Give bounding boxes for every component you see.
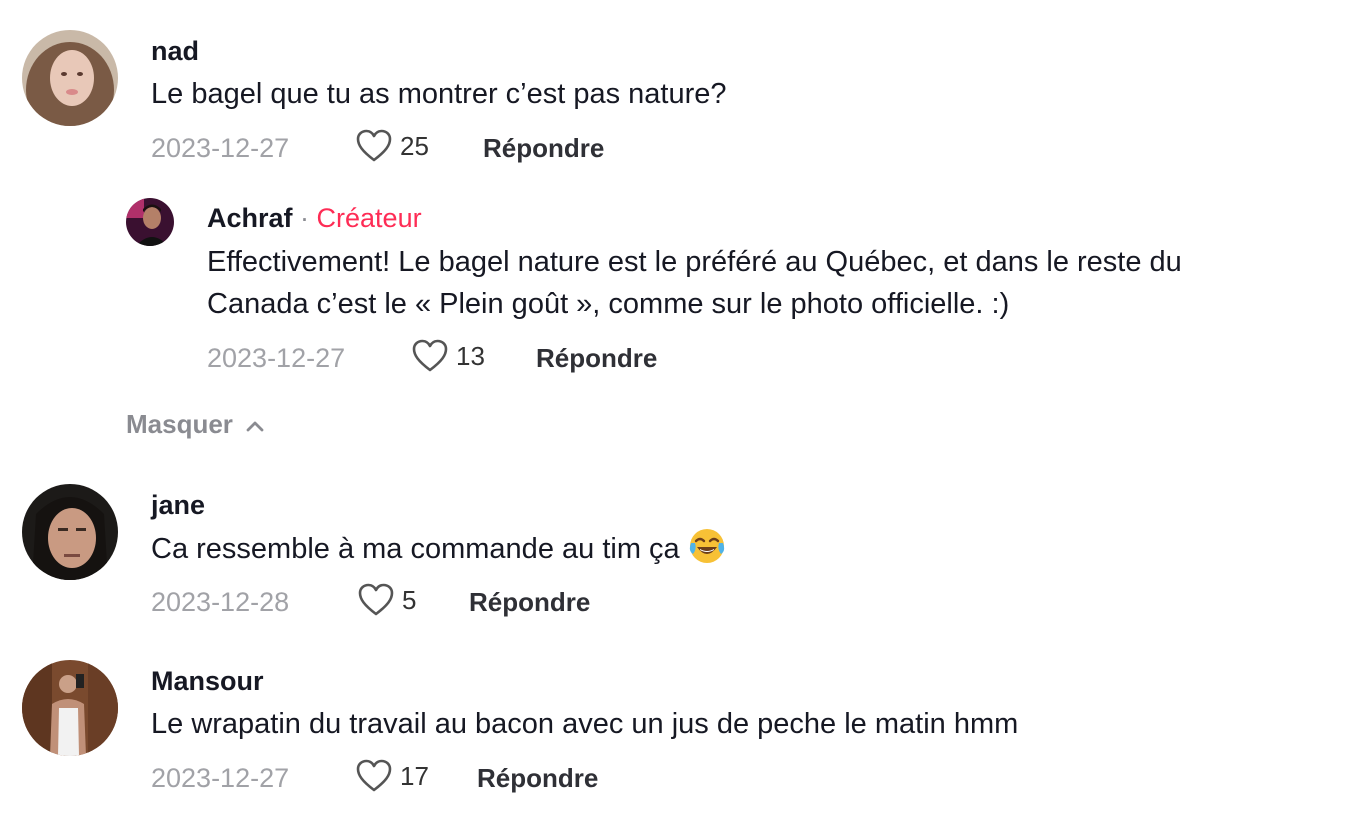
separator: · <box>292 203 317 233</box>
like-count: 17 <box>400 761 429 791</box>
reply-button[interactable]: Répondre <box>469 585 590 619</box>
avatar[interactable] <box>22 484 118 580</box>
comment-text: Le wrapatin du travail au bacon avec un … <box>151 708 1019 740</box>
like-button[interactable]: 5 <box>358 583 416 617</box>
reply-text-line-1: Effectivement! Le bagel nature est le pr… <box>207 246 1182 278</box>
chevron-up-icon <box>245 409 265 440</box>
comment-date: 2023-12-27 <box>151 763 290 793</box>
reply-date: 2023-12-27 <box>207 343 346 373</box>
reply-text-line-2: Canada c’est le « Plein goût », comme su… <box>207 288 1010 320</box>
username[interactable]: jane <box>151 488 205 522</box>
like-count: 25 <box>400 131 429 161</box>
username[interactable]: nad <box>151 34 199 68</box>
reply-button[interactable]: Répondre <box>536 341 657 375</box>
creator-badge: Créateur <box>316 203 422 233</box>
heart-icon <box>356 129 392 163</box>
like-button[interactable]: 25 <box>356 129 429 163</box>
reply-button[interactable]: Répondre <box>477 761 598 795</box>
reply-username-line: Achraf · Créateur <box>207 201 422 235</box>
comment-text: Le bagel que tu as montrer c’est pas nat… <box>151 78 727 110</box>
heart-icon <box>358 583 394 617</box>
like-button[interactable]: 17 <box>356 759 429 793</box>
face-with-tears-of-joy-icon <box>688 527 726 565</box>
reply-button[interactable]: Répondre <box>483 131 604 165</box>
heart-icon <box>412 339 448 373</box>
comment-date: 2023-12-28 <box>151 587 290 617</box>
comment-text: Ca ressemble à ma commande au tim ça <box>151 527 726 570</box>
hide-replies-label: Masquer <box>126 409 233 439</box>
comment-date: 2023-12-27 <box>151 133 290 163</box>
like-button[interactable]: 13 <box>412 339 485 373</box>
hide-replies-button[interactable]: Masquer <box>126 409 265 440</box>
avatar[interactable] <box>22 660 118 756</box>
username[interactable]: Mansour <box>151 664 264 698</box>
reply-text: Effectivement! Le bagel nature est le pr… <box>207 241 1182 325</box>
avatar[interactable] <box>126 198 174 246</box>
avatar[interactable] <box>22 30 118 126</box>
avatar-photo-mirror-selfie <box>22 660 118 756</box>
like-count: 5 <box>402 585 417 615</box>
like-count: 13 <box>456 341 485 371</box>
avatar-photo-creator <box>126 198 174 246</box>
avatar-photo-woman <box>22 30 118 126</box>
avatar-photo-man <box>22 484 118 580</box>
heart-icon <box>356 759 392 793</box>
comment-text-body: Ca ressemble à ma commande au tim ça <box>151 533 680 565</box>
username[interactable]: Achraf <box>207 203 293 233</box>
